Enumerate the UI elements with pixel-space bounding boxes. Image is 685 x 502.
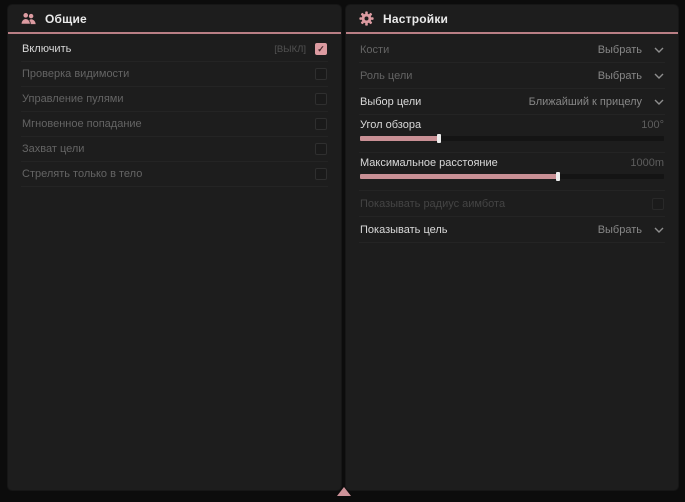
row-max-distance: Максимальное расстояние 1000m — [359, 153, 665, 191]
fov-value: 100° — [641, 119, 664, 131]
target-role-dropdown[interactable]: Выбрать — [598, 70, 664, 82]
row-target-lock-label: Захват цели — [22, 143, 84, 155]
instant-hit-checkbox[interactable]: ✓ — [315, 118, 327, 130]
max-distance-value: 1000m — [630, 157, 664, 169]
panel-general: Общие Включить [ВЫКЛ] ✓ Проверка видимос… — [8, 5, 341, 490]
row-enable-label: Включить — [22, 43, 71, 55]
row-body-only: Стрелять только в тело ✓ — [21, 162, 328, 187]
row-body-only-label: Стрелять только в тело — [22, 168, 142, 180]
bones-dropdown-value: Выбрать — [598, 44, 642, 56]
bullet-control-checkbox[interactable]: ✓ — [315, 93, 327, 105]
row-bones: Кости Выбрать — [359, 37, 665, 63]
gear-icon — [359, 11, 374, 26]
row-target-role: Роль цели Выбрать — [359, 63, 665, 89]
row-visibility-check: Проверка видимости ✓ — [21, 62, 328, 87]
panel-settings: Настройки Кости Выбрать Роль цели Выбрат… — [346, 5, 678, 490]
show-target-dropdown-value: Выбрать — [598, 224, 642, 236]
panel-settings-body: Кости Выбрать Роль цели Выбрать Выбор це… — [346, 34, 678, 243]
show-target-dropdown[interactable]: Выбрать — [598, 224, 664, 236]
row-target-selection: Выбор цели Ближайший к прицелу — [359, 89, 665, 115]
chevron-down-icon — [654, 99, 664, 105]
panel-title-general: Общие — [45, 12, 87, 26]
chevron-down-icon — [654, 47, 664, 53]
row-visibility-check-label: Проверка видимости — [22, 68, 129, 80]
panel-general-header: Общие — [8, 5, 341, 34]
chevron-down-icon — [654, 227, 664, 233]
cursor-triangle-icon — [337, 487, 351, 496]
row-target-selection-label: Выбор цели — [360, 96, 421, 108]
visibility-check-checkbox[interactable]: ✓ — [315, 68, 327, 80]
target-selection-dropdown-value: Ближайший к прицелу — [529, 96, 642, 108]
row-target-role-label: Роль цели — [360, 70, 412, 82]
target-selection-dropdown[interactable]: Ближайший к прицелу — [529, 96, 664, 108]
row-fov: Угол обзора 100° — [359, 115, 665, 153]
row-bullet-control-label: Управление пулями — [22, 93, 124, 105]
fov-slider[interactable] — [360, 136, 664, 141]
max-distance-slider-handle[interactable] — [556, 172, 560, 181]
target-role-dropdown-value: Выбрать — [598, 70, 642, 82]
bones-dropdown[interactable]: Выбрать — [598, 44, 664, 56]
row-target-lock: Захват цели ✓ — [21, 137, 328, 162]
users-icon — [21, 12, 36, 25]
row-max-distance-label: Максимальное расстояние — [360, 157, 498, 169]
show-aimbot-radius-checkbox[interactable]: ✓ — [652, 198, 664, 210]
panel-general-body: Включить [ВЫКЛ] ✓ Проверка видимости ✓ У… — [8, 34, 341, 187]
fov-slider-handle[interactable] — [437, 134, 441, 143]
max-distance-slider-fill — [360, 174, 558, 179]
row-show-aimbot-radius-label: Показывать радиус аимбота — [360, 198, 505, 210]
row-show-aimbot-radius: Показывать радиус аимбота ✓ — [359, 191, 665, 217]
enable-checkbox[interactable]: ✓ — [315, 43, 327, 55]
row-fov-label: Угол обзора — [360, 119, 421, 131]
body-only-checkbox[interactable]: ✓ — [315, 168, 327, 180]
row-show-target: Показывать цель Выбрать — [359, 217, 665, 243]
hotkey-label: [ВЫКЛ] — [274, 44, 306, 55]
target-lock-checkbox[interactable]: ✓ — [315, 143, 327, 155]
chevron-down-icon — [654, 73, 664, 79]
check-icon: ✓ — [317, 45, 325, 54]
row-bullet-control: Управление пулями ✓ — [21, 87, 328, 112]
max-distance-slider[interactable] — [360, 174, 664, 179]
panel-settings-header: Настройки — [346, 5, 678, 34]
row-enable: Включить [ВЫКЛ] ✓ — [21, 37, 328, 62]
row-instant-hit-label: Мгновенное попадание — [22, 118, 142, 130]
row-show-target-label: Показывать цель — [360, 224, 448, 236]
row-instant-hit: Мгновенное попадание ✓ — [21, 112, 328, 137]
row-bones-label: Кости — [360, 44, 389, 56]
fov-slider-fill — [360, 136, 439, 141]
panel-title-settings: Настройки — [383, 12, 448, 26]
